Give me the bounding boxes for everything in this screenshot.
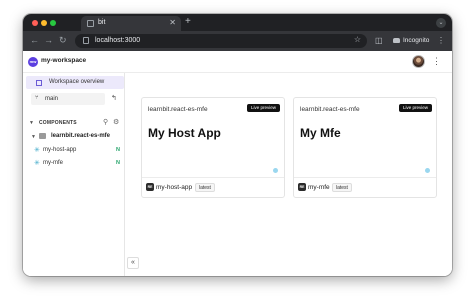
back-icon[interactable]: ← <box>30 35 39 46</box>
browser-toolbar: ← → ↻ localhost:3000 ☆ ◫ Incognito ⋮ <box>23 31 452 51</box>
folder-icon <box>39 133 46 139</box>
close-window-button[interactable] <box>32 20 38 26</box>
component-card[interactable]: learnbit.react-es-mfe Live preview My Mf… <box>293 97 437 198</box>
site-info-icon[interactable] <box>83 37 89 44</box>
tab-title: bit <box>98 19 106 26</box>
sidebar-item-workspace-overview[interactable]: Workspace overview <box>26 76 124 89</box>
component-item-my-mfe[interactable]: ✳ my-mfe N <box>23 158 125 169</box>
card-component-name: my-host-app <box>156 184 193 191</box>
live-preview-badge: Live preview <box>246 104 280 112</box>
new-status-badge: N <box>116 147 120 153</box>
grid-icon <box>36 80 42 86</box>
component-label: my-host-app <box>43 147 77 153</box>
close-icon[interactable]: ✕ <box>169 18 176 28</box>
address-bar[interactable]: localhost:3000 ☆ <box>75 34 367 48</box>
favicon-icon <box>87 20 94 27</box>
url-text[interactable]: localhost:3000 <box>95 37 140 44</box>
scope-item[interactable]: ▼ learnbit.react-es-mfe <box>23 131 125 142</box>
owner-avatar: RE <box>298 183 306 191</box>
components-title: COMPONENTS <box>39 120 77 126</box>
branch-icon: ⑂ <box>35 95 39 101</box>
incognito-label: Incognito <box>403 37 430 44</box>
tab-strip: bit ✕ + ⌄ <box>23 14 452 31</box>
env-icon <box>425 168 430 173</box>
page: mw my-workspace ⋮ Workspace overview ⑂ m… <box>23 51 452 276</box>
new-status-badge: N <box>116 160 120 166</box>
owner-avatar: RE <box>146 183 154 191</box>
filter-icon[interactable]: ⚲ <box>103 118 108 126</box>
card-title: My Mfe <box>300 126 341 140</box>
maximize-window-button[interactable] <box>50 20 56 26</box>
settings-icon[interactable]: ⚙ <box>113 118 119 126</box>
sidebar-item-label: Workspace overview <box>49 79 105 85</box>
sidebar: Workspace overview ⑂ main ↰ ▼ COMPONENTS… <box>23 73 125 276</box>
component-item-my-host-app[interactable]: ✳ my-host-app N <box>23 145 125 156</box>
incognito-icon <box>393 37 400 43</box>
components-section-header[interactable]: ▼ COMPONENTS ⚲ ⚙ <box>23 117 125 129</box>
undo-icon[interactable]: ↰ <box>111 94 117 102</box>
tab-search-button[interactable]: ⌄ <box>436 18 446 28</box>
card-footer: RE my-host-app latest <box>142 179 284 197</box>
more-options-icon[interactable]: ⋮ <box>432 55 441 67</box>
user-avatar[interactable] <box>412 55 425 68</box>
card-preview[interactable]: learnbit.react-es-mfe Live preview My Ho… <box>142 98 284 178</box>
card-title: My Host App <box>148 126 221 140</box>
forward-icon[interactable]: → <box>44 35 53 46</box>
new-tab-button[interactable]: + <box>185 16 191 28</box>
component-label: my-mfe <box>43 160 63 166</box>
component-icon: ✳ <box>34 147 40 154</box>
component-icon: ✳ <box>34 160 40 167</box>
chevron-down-icon[interactable]: ▼ <box>29 120 34 126</box>
card-component-name: my-mfe <box>308 184 330 191</box>
collapse-sidebar-button[interactable]: « <box>127 257 139 269</box>
card-scope: learnbit.react-es-mfe <box>300 106 360 113</box>
live-preview-badge: Live preview <box>398 104 432 112</box>
env-icon <box>273 168 278 173</box>
browser-menu-icon[interactable]: ⋮ <box>437 35 445 46</box>
version-badge: latest <box>332 183 352 192</box>
minimize-window-button[interactable] <box>41 20 47 26</box>
workspace-avatar[interactable]: mw <box>28 57 38 67</box>
side-panel-icon[interactable]: ◫ <box>375 35 383 46</box>
lane-selector[interactable]: ⑂ main <box>31 93 105 105</box>
app-header: mw my-workspace ⋮ <box>23 51 452 73</box>
card-preview[interactable]: learnbit.react-es-mfe Live preview My Mf… <box>294 98 436 178</box>
lane-label: main <box>45 96 59 102</box>
browser-window: bit ✕ + ⌄ ← → ↻ localhost:3000 ☆ ◫ Incog… <box>23 14 452 276</box>
version-badge: latest <box>195 183 215 192</box>
card-scope: learnbit.react-es-mfe <box>148 106 208 113</box>
incognito-indicator[interactable]: Incognito <box>393 35 429 46</box>
chevron-down-icon[interactable]: ▼ <box>31 134 36 140</box>
card-footer: RE my-mfe latest <box>294 179 436 197</box>
reload-icon[interactable]: ↻ <box>59 35 67 46</box>
scope-label: learnbit.react-es-mfe <box>51 133 111 139</box>
bookmark-star-icon[interactable]: ☆ <box>354 35 361 44</box>
component-card[interactable]: learnbit.react-es-mfe Live preview My Ho… <box>141 97 285 198</box>
workspace-name[interactable]: my-workspace <box>41 57 86 64</box>
browser-tab[interactable]: bit ✕ <box>81 16 181 31</box>
